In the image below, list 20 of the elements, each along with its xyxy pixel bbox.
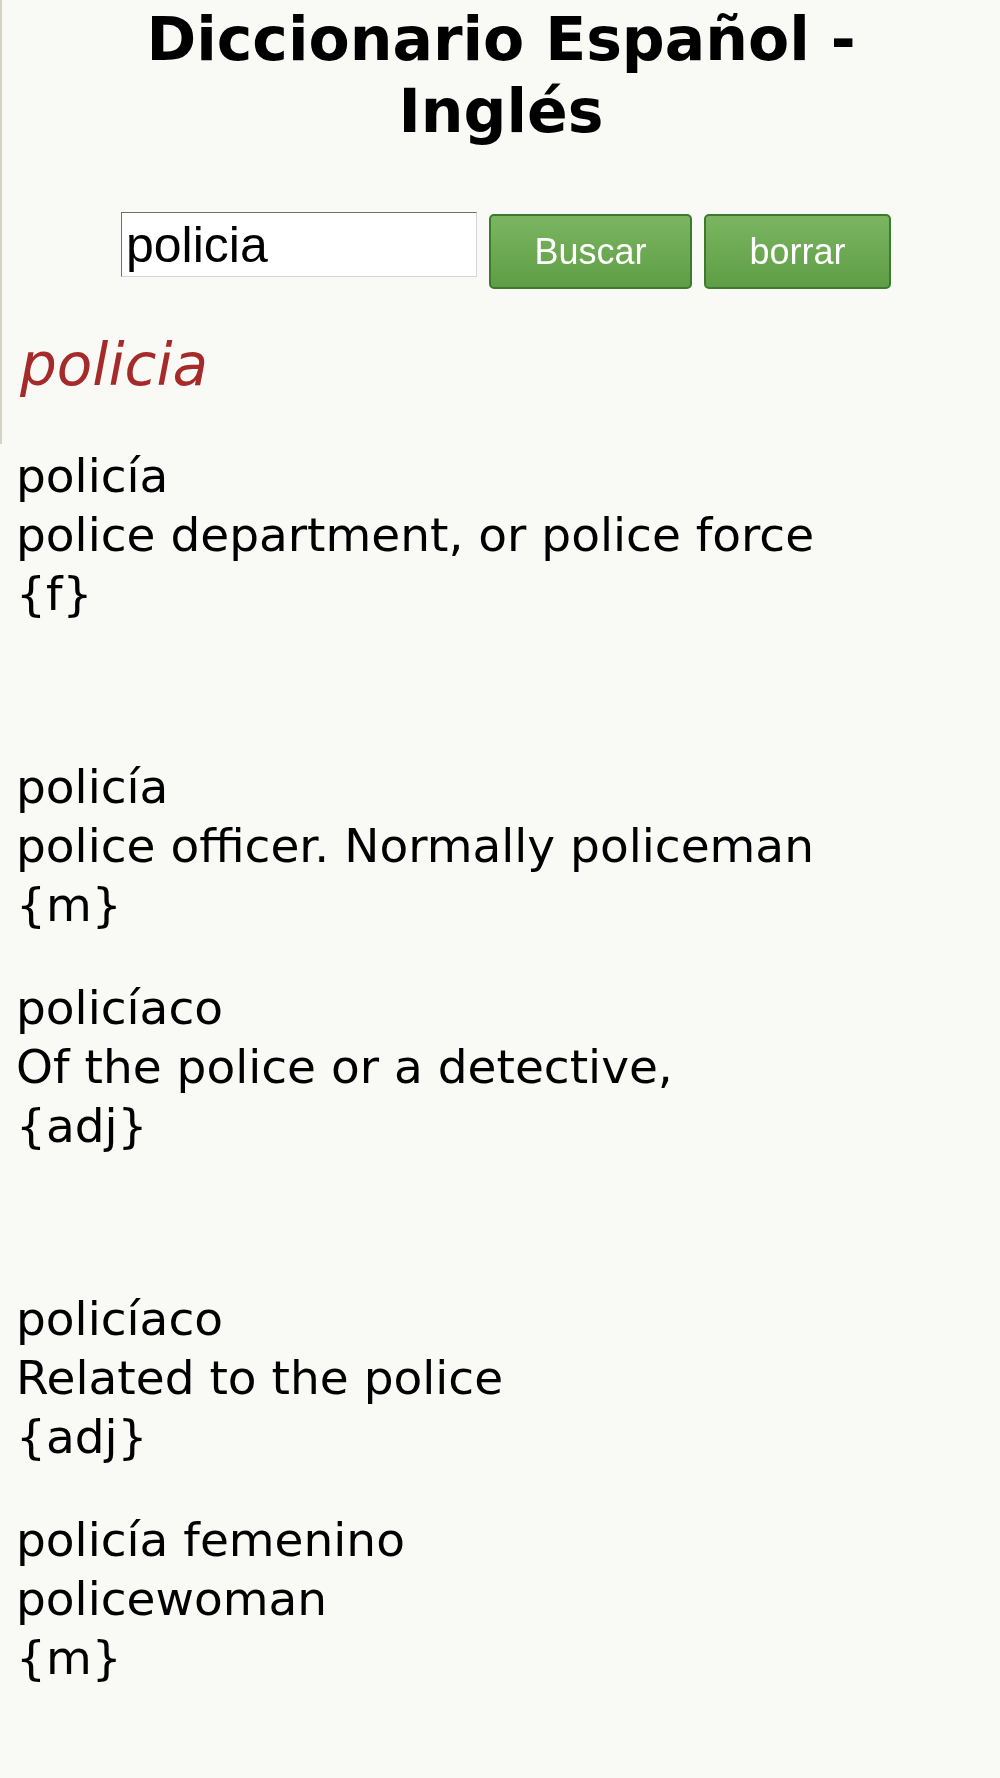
grammar-label: {m} <box>16 876 123 934</box>
translation-text: police department, or police force <box>16 506 816 564</box>
grammar-label: {adj} <box>16 1097 149 1155</box>
search-field[interactable]: policia <box>121 212 477 277</box>
grammar-label: {adj} <box>16 1408 149 1466</box>
headword: policía <box>16 447 170 505</box>
grammar-label: {m} <box>16 1629 123 1687</box>
headword: policíaco <box>16 979 224 1037</box>
translation-text: policewoman <box>16 1570 329 1628</box>
query-heading: policia <box>20 330 210 400</box>
headword: policíaco <box>16 1290 224 1348</box>
translation-text: police officer. Normally policeman <box>16 817 815 875</box>
grammar-label: {f} <box>16 565 94 623</box>
search-button[interactable]: Buscar <box>489 214 692 289</box>
clear-button[interactable]: borrar <box>704 214 891 289</box>
headword: policía femenino <box>16 1511 406 1569</box>
translation-text: Related to the police <box>16 1349 505 1407</box>
translation-text: Of the police or a detective, <box>16 1038 674 1096</box>
page-title: Diccionario Español - Inglés <box>145 3 857 147</box>
headword: policía <box>16 758 170 816</box>
